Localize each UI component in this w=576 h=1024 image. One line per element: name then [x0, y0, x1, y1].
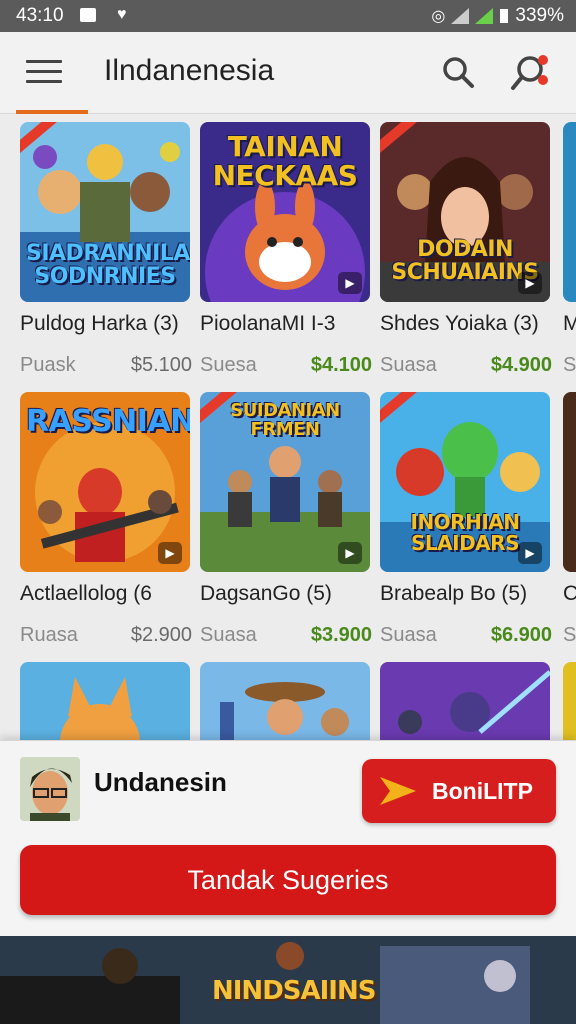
play-badge-icon: ▶ [158, 542, 182, 564]
game-title: Brabealp Bo (5) [380, 582, 528, 605]
game-grid: SIADRANNILAN SODNRNIES Puldog Harka (3) … [0, 114, 576, 740]
play-badge-icon: ▶ [518, 542, 542, 564]
game-price: $2.900 [130, 624, 192, 646]
game-artwork [380, 662, 550, 740]
game-title: Actlaellolog (6 [20, 582, 152, 605]
featured-title: Undanesin [94, 767, 227, 797]
game-thumbnail: TAINAN NECKAAS ▶ [200, 122, 370, 302]
game-title: DagsanGo (5) [200, 582, 332, 605]
game-label: S [563, 624, 576, 646]
game-thumbnail [200, 662, 370, 740]
status-bar: 43:10 ♥ ◎ 339% [0, 0, 576, 32]
game-thumbnail: SIADRANNILAN SODNRNIES [20, 122, 190, 302]
game-label: Suesa [200, 354, 257, 376]
game-card[interactable]: M S [563, 122, 576, 377]
game-card[interactable]: SUIDANIAN FRMEN ▶ DagsanGo (5) Suasa $3.9… [200, 392, 372, 647]
app-bar: Ilndanenesia [0, 32, 576, 114]
promo-banner[interactable]: NINDSAIINS [0, 936, 576, 1024]
game-banner: RASSNIAN [26, 404, 190, 439]
game-thumbnail: SUIDANIAN FRMEN ▶ [200, 392, 370, 572]
promo-title: NINDSAIINS [212, 976, 376, 1006]
game-card[interactable]: DODAIN SCHUAIAINS ▶ Shdes Yoiaka (3) Sua… [380, 122, 552, 377]
game-artwork [20, 662, 190, 740]
search-icon[interactable] [440, 54, 476, 90]
game-title: Shdes Yoiaka (3) [380, 312, 539, 335]
game-card[interactable] [200, 662, 372, 740]
game-artwork [563, 122, 576, 302]
game-card[interactable] [380, 662, 552, 740]
game-artwork [563, 662, 576, 740]
game-card[interactable]: RASSNIAN ▶ Actlaellolog (6 Ruasa $2.900 [20, 392, 192, 647]
game-artwork [563, 392, 576, 572]
menu-icon[interactable] [26, 60, 62, 84]
game-card[interactable]: SIADRANNILAN SODNRNIES Puldog Harka (3) … [20, 122, 192, 377]
game-title: C [563, 582, 576, 605]
game-price: $4.900 [490, 354, 552, 376]
status-time: 43:10 [16, 5, 64, 26]
user-search-icon[interactable] [510, 52, 552, 92]
game-card[interactable] [563, 662, 576, 740]
game-price: $5.100 [130, 354, 192, 376]
game-card[interactable]: INORHIAN SLAIDARS ▶ Brabealp Bo (5) Suas… [380, 392, 552, 647]
play-button[interactable]: BoniLITP [362, 759, 556, 823]
game-card[interactable]: TAINAN NECKAAS ▶ PioolanaMI I-3 Suesa $4.… [200, 122, 372, 377]
game-card[interactable] [20, 662, 192, 740]
game-label: Suasa [380, 624, 437, 646]
game-label: S [563, 354, 576, 376]
game-banner: SIADRANNILAN SODNRNIES [26, 240, 190, 289]
game-thumbnail [563, 122, 576, 302]
game-thumbnail [563, 662, 576, 740]
notification-icon [80, 8, 96, 22]
game-label: Ruasa [20, 624, 78, 646]
game-title: Puldog Harka (3) [20, 312, 179, 335]
battery-percent: 339% [515, 5, 564, 26]
avatar [20, 757, 80, 821]
bottom-sheet: Undanesin BoniLITP Tandak Sugeries [0, 740, 576, 936]
game-label: Suasa [200, 624, 257, 646]
page-title: Ilndanenesia [104, 54, 275, 87]
game-banner: TAINAN NECKAAS [212, 130, 358, 193]
game-thumbnail [20, 662, 190, 740]
main-action-button[interactable]: Tandak Sugeries [20, 845, 556, 915]
play-arrow-icon [380, 777, 416, 805]
game-price: $4.100 [310, 354, 372, 376]
battery-icon [500, 9, 509, 23]
play-badge-icon: ▶ [338, 272, 362, 294]
game-thumbnail: INORHIAN SLAIDARS ▶ [380, 392, 550, 572]
game-label: Suasa [380, 354, 437, 376]
signal-icon [451, 8, 470, 24]
signal-icon-2 [475, 8, 494, 24]
game-label: Puask [20, 354, 76, 376]
play-badge-icon: ▶ [518, 272, 542, 294]
game-thumbnail: DODAIN SCHUAIAINS ▶ [380, 122, 550, 302]
game-thumbnail [380, 662, 550, 740]
game-card[interactable]: C S [563, 392, 576, 647]
game-thumbnail [563, 392, 576, 572]
game-title: M [563, 312, 576, 335]
play-badge-icon: ▶ [338, 542, 362, 564]
game-price: $6.900 [490, 624, 552, 646]
game-banner: SUIDANIAN FRMEN [230, 400, 340, 440]
hotspot-icon: ◎ [431, 8, 446, 25]
game-artwork [200, 662, 370, 740]
game-price: $3.900 [310, 624, 372, 646]
location-icon: ♥ [117, 6, 127, 23]
play-button-label: BoniLITP [432, 777, 533, 804]
game-title: PioolanaMI I-3 [200, 312, 336, 335]
game-thumbnail: RASSNIAN ▶ [20, 392, 190, 572]
